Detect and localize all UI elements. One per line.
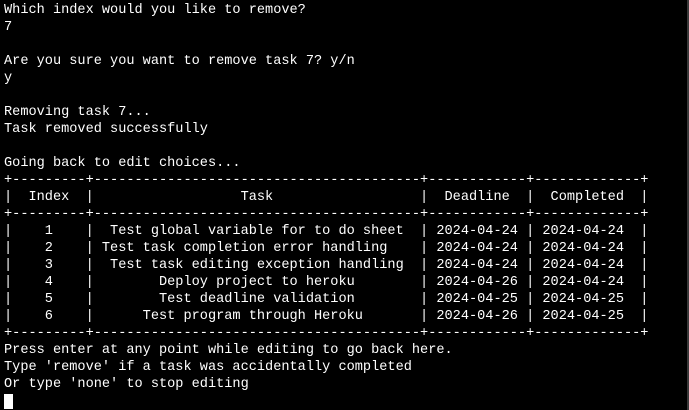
table-border-top: +---------+-----------------------------… bbox=[4, 173, 649, 188]
table-row: | 3 | Test task editing exception handli… bbox=[4, 258, 649, 273]
prompt-confirm-remove: Are you sure you want to remove task 7? … bbox=[4, 54, 355, 69]
table-row: | 1 | Test global variable for to do she… bbox=[4, 224, 649, 239]
table-row: | 6 | Test program through Heroku | 2024… bbox=[4, 309, 649, 324]
instruction-type-remove: Type 'remove' if a task was accidentally… bbox=[4, 360, 412, 375]
text-cursor[interactable] bbox=[4, 394, 13, 409]
table-border-mid: +---------+-----------------------------… bbox=[4, 207, 649, 222]
instruction-press-enter: Press enter at any point while editing t… bbox=[4, 343, 453, 358]
table-border-bottom: +---------+-----------------------------… bbox=[4, 326, 649, 341]
table-row: | 5 | Test deadline validation | 2024-04… bbox=[4, 292, 649, 307]
status-going-back: Going back to edit choices... bbox=[4, 156, 241, 171]
table-row: | 2 | Test task completion error handlin… bbox=[4, 241, 649, 256]
user-input-confirm: y bbox=[4, 71, 13, 86]
instruction-type-none: Or type 'none' to stop editing bbox=[4, 377, 249, 392]
status-removing: Removing task 7... bbox=[4, 105, 151, 120]
status-removed: Task removed successfully bbox=[4, 122, 208, 137]
input-line[interactable] bbox=[4, 393, 687, 410]
task-table: +---------+-----------------------------… bbox=[4, 172, 687, 342]
table-header-row: | Index | Task | Deadline | Completed | bbox=[4, 190, 649, 205]
terminal-window[interactable]: Which index would you like to remove? 7 … bbox=[0, 0, 687, 410]
table-row: | 4 | Deploy project to heroku | 2024-04… bbox=[4, 275, 649, 290]
user-input-index: 7 bbox=[4, 20, 13, 35]
prompt-which-index: Which index would you like to remove? bbox=[4, 3, 306, 18]
